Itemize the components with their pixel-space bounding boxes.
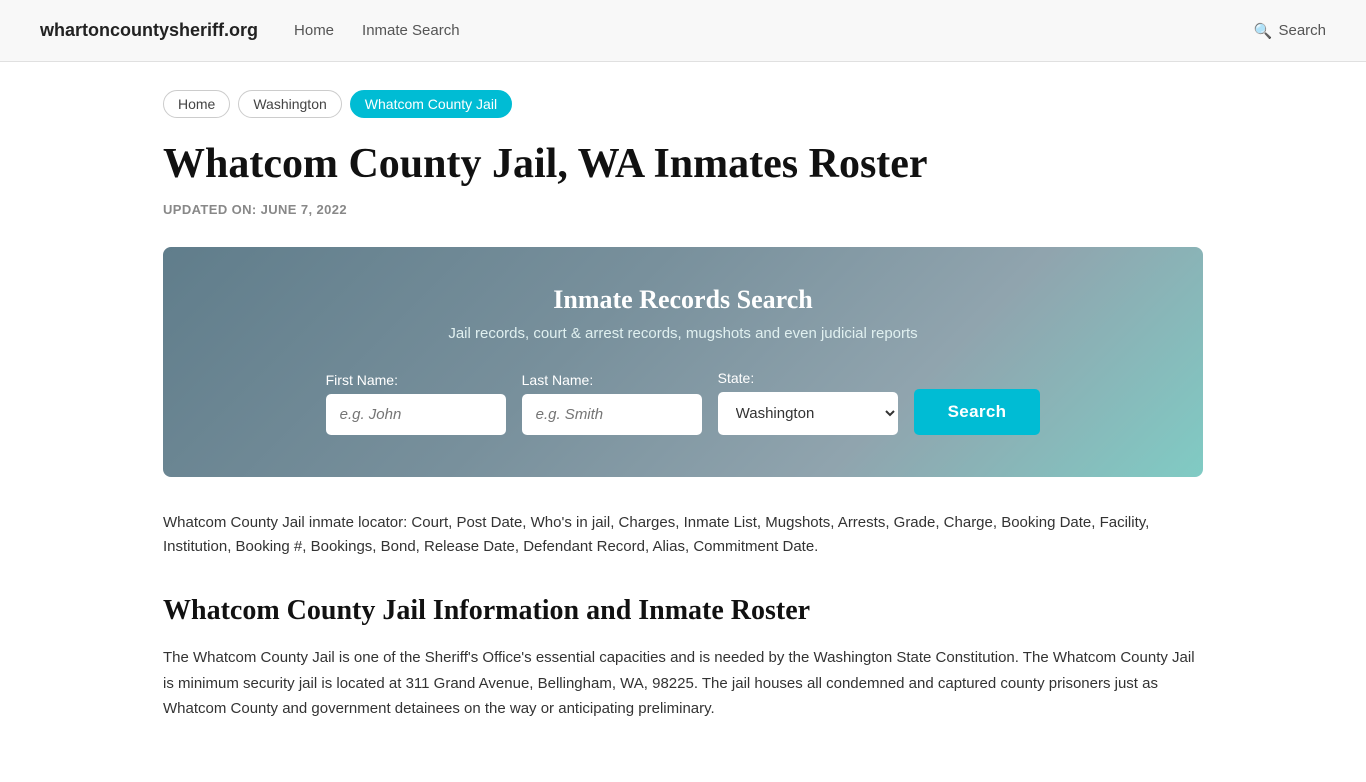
nav-search-label[interactable]: Search	[1278, 22, 1326, 39]
search-icon-nav: 🔍	[1254, 22, 1273, 40]
last-name-label: Last Name:	[522, 372, 594, 388]
nav-link-home[interactable]: Home	[294, 22, 334, 39]
nav-links: Home Inmate Search	[294, 22, 1218, 39]
description-text: Whatcom County Jail inmate locator: Cour…	[163, 511, 1203, 559]
widget-subtitle: Jail records, court & arrest records, mu…	[203, 325, 1163, 342]
state-select[interactable]: AlabamaAlaskaArizonaArkansasCaliforniaCo…	[718, 392, 898, 435]
page-title: Whatcom County Jail, WA Inmates Roster	[163, 140, 1203, 188]
main-content: Home Washington Whatcom County Jail What…	[123, 62, 1243, 782]
state-group: State: AlabamaAlaskaArizonaArkansasCalif…	[718, 370, 898, 435]
section-heading: Whatcom County Jail Information and Inma…	[163, 595, 1203, 627]
nav-search[interactable]: 🔍 Search	[1254, 22, 1326, 40]
last-name-input[interactable]	[522, 394, 702, 435]
breadcrumb-whatcom[interactable]: Whatcom County Jail	[350, 90, 512, 118]
section-body: The Whatcom County Jail is one of the Sh…	[163, 645, 1203, 722]
breadcrumb-washington[interactable]: Washington	[238, 90, 341, 118]
updated-date-value: JUNE 7, 2022	[261, 202, 347, 217]
first-name-label: First Name:	[326, 372, 398, 388]
search-button[interactable]: Search	[914, 389, 1041, 435]
navbar: whartoncountysheriff.org Home Inmate Sea…	[0, 0, 1366, 62]
breadcrumb-home[interactable]: Home	[163, 90, 230, 118]
breadcrumb: Home Washington Whatcom County Jail	[163, 90, 1203, 118]
widget-title: Inmate Records Search	[203, 285, 1163, 315]
search-form: First Name: Last Name: State: AlabamaAla…	[203, 370, 1163, 435]
state-label: State:	[718, 370, 755, 386]
updated-label: UPDATED ON:	[163, 202, 257, 217]
search-widget: Inmate Records Search Jail records, cour…	[163, 247, 1203, 477]
nav-link-inmate-search[interactable]: Inmate Search	[362, 22, 460, 39]
updated-date: UPDATED ON: JUNE 7, 2022	[163, 202, 1203, 217]
first-name-group: First Name:	[326, 372, 506, 435]
nav-brand[interactable]: whartoncountysheriff.org	[40, 20, 258, 41]
last-name-group: Last Name:	[522, 372, 702, 435]
first-name-input[interactable]	[326, 394, 506, 435]
